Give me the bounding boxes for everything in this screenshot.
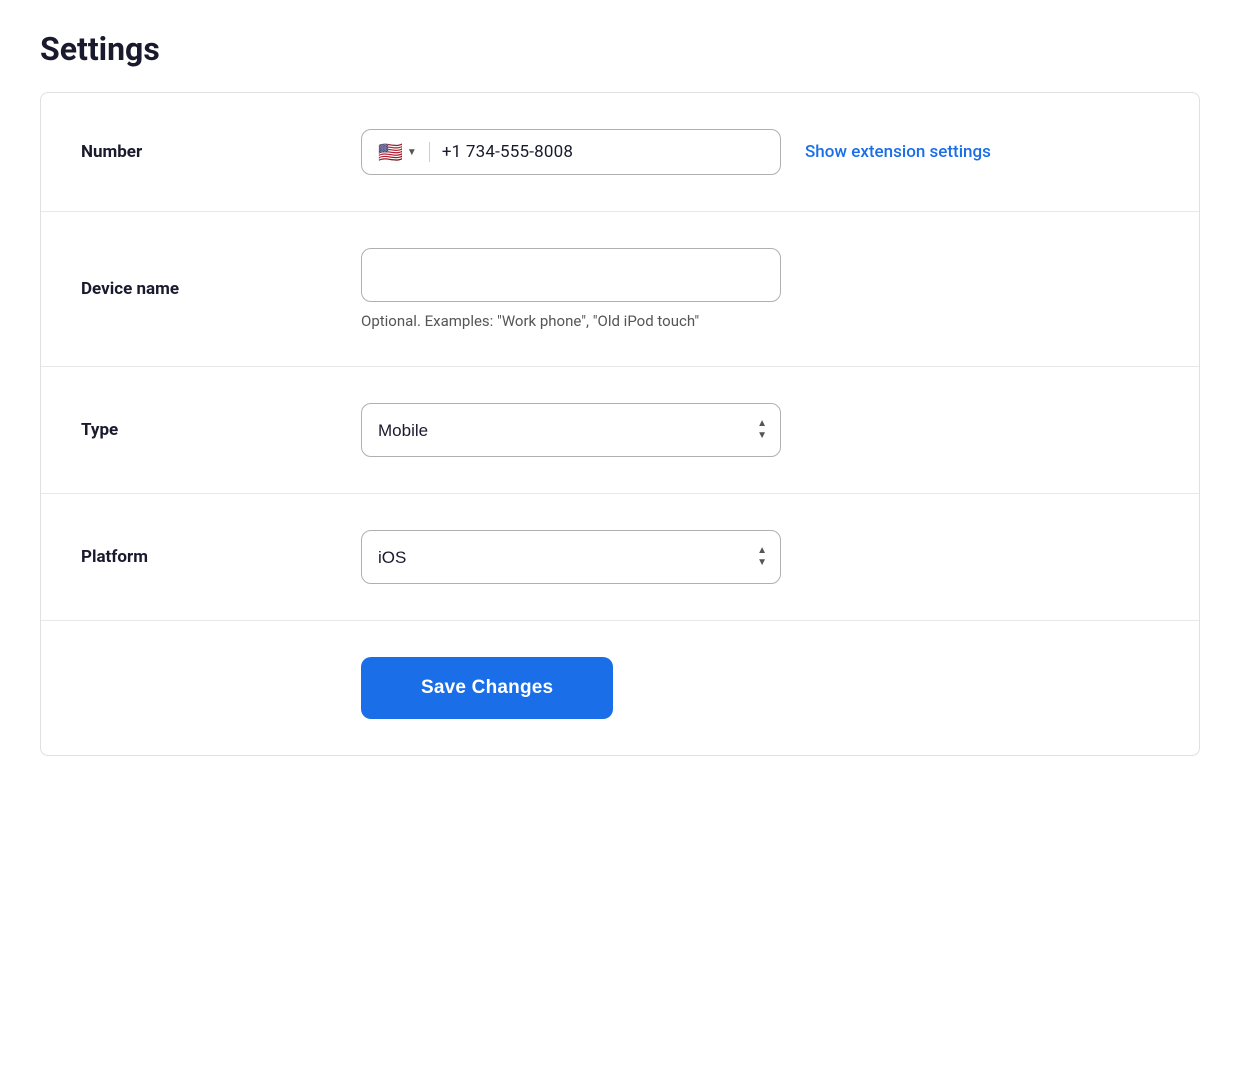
type-select[interactable]: Mobile Work Home Other <box>361 403 781 457</box>
page-title: Settings <box>40 30 1200 68</box>
type-content: Mobile Work Home Other ▲ ▼ <box>361 403 1159 457</box>
phone-divider <box>429 142 430 162</box>
platform-select-wrapper: iOS Android Windows Mac Other ▲ ▼ <box>361 530 781 584</box>
device-name-row: Device name Optional. Examples: "Work ph… <box>41 212 1199 367</box>
platform-select[interactable]: iOS Android Windows Mac Other <box>361 530 781 584</box>
flag-selector[interactable]: 🇺🇸 ▼ <box>378 142 417 162</box>
number-row: Number 🇺🇸 ▼ +1 734-555-8008 Show extensi… <box>41 93 1199 212</box>
device-name-content: Optional. Examples: "Work phone", "Old i… <box>361 248 1159 330</box>
phone-input-wrapper[interactable]: 🇺🇸 ▼ +1 734-555-8008 <box>361 129 781 175</box>
type-row: Type Mobile Work Home Other ▲ ▼ <box>41 367 1199 494</box>
number-row-content: 🇺🇸 ▼ +1 734-555-8008 Show extension sett… <box>361 129 991 175</box>
save-button[interactable]: Save Changes <box>361 657 613 719</box>
settings-container: Number 🇺🇸 ▼ +1 734-555-8008 Show extensi… <box>40 92 1200 756</box>
type-label: Type <box>81 420 341 440</box>
platform-content: iOS Android Windows Mac Other ▲ ▼ <box>361 530 1159 584</box>
save-row: Save Changes <box>41 621 1199 755</box>
type-select-wrapper: Mobile Work Home Other ▲ ▼ <box>361 403 781 457</box>
flag-emoji: 🇺🇸 <box>378 142 403 162</box>
device-name-label: Device name <box>81 279 341 299</box>
device-name-hint: Optional. Examples: "Work phone", "Old i… <box>361 312 1159 330</box>
phone-number-display: +1 734-555-8008 <box>442 142 573 162</box>
device-name-input[interactable] <box>361 248 781 302</box>
flag-dropdown-arrow: ▼ <box>407 147 417 158</box>
platform-row: Platform iOS Android Windows Mac Other ▲… <box>41 494 1199 621</box>
platform-label: Platform <box>81 547 341 567</box>
show-extension-link[interactable]: Show extension settings <box>805 142 991 162</box>
number-label: Number <box>81 142 341 162</box>
